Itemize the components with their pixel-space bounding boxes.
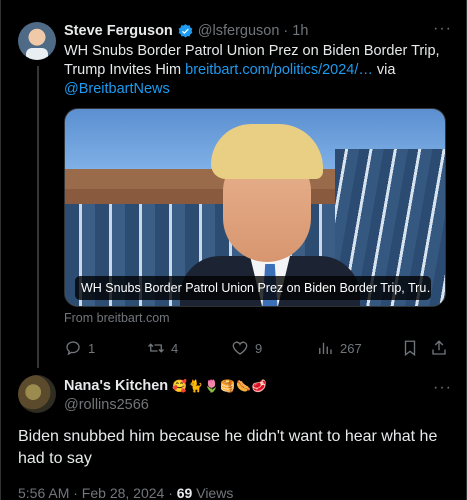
more-options-icon[interactable]: ··· [433,20,452,38]
separator-dot: · [283,23,289,39]
repost-count: 4 [171,340,179,356]
reply-timestamp[interactable]: 5:56 AM · Feb 28, 2024 · [18,485,177,500]
like-count: 9 [255,340,263,356]
reply-views-label: Views [192,485,234,500]
reply-count: 1 [88,340,96,356]
reply-meta: 5:56 AM · Feb 28, 2024 · 69 Views [18,485,233,500]
bookmark-icon [404,340,416,357]
reply-views-count: 69 [176,485,193,500]
author-handle[interactable]: @lsferguson [198,23,280,39]
reply-button[interactable]: 1 [64,339,95,357]
verified-badge-icon [177,23,194,40]
share-icon [432,340,446,355]
like-button[interactable]: 9 [231,339,262,357]
author-name[interactable]: Steve Ferguson [64,23,173,39]
link-card[interactable]: WH Snubs Border Patrol Union Prez on Bid… [64,108,446,307]
tweet-text: WH Snubs Border Patrol Union Prez on Bid… [64,42,452,99]
author-avatar[interactable] [18,22,56,60]
views-button[interactable]: 267 [316,339,362,357]
thread-line [37,66,39,368]
bookmark-button[interactable] [401,339,425,357]
views-chart-icon [319,342,332,354]
card-source[interactable]: From breitbart.com [64,311,170,325]
reply-more-options-icon[interactable]: ··· [433,379,452,397]
card-caption: WH Snubs Border Patrol Union Prez on Bid… [75,276,431,300]
reply-header: Nana's Kitchen 🥰🐈🌷🥞🌭🥩 ··· [64,377,452,397]
tweet[interactable]: Steve Ferguson @lsferguson · 1h ··· WH S… [64,20,452,99]
share-button[interactable] [430,339,454,357]
repost-icon [148,343,164,353]
reply-author-emojis: 🥰🐈🌷🥞🌭🥩 [172,379,268,393]
tweet-text-via: via [372,62,396,78]
tweet-actions: 1 4 9 267 [64,339,448,359]
reply-author-handle[interactable]: @rollins2566 [64,397,149,413]
reply-author-name[interactable]: Nana's Kitchen [64,378,168,394]
tweet-link[interactable]: breitbart.com/politics/2024/… [185,62,373,78]
reply-author-avatar[interactable] [18,375,56,413]
reply-text: Biden snubbed him because he didn't want… [18,428,438,467]
reply-icon [66,341,80,356]
tweet-header: Steve Ferguson @lsferguson · 1h ··· [64,20,452,42]
views-count: 267 [340,340,362,356]
repost-button[interactable]: 4 [147,339,178,357]
mention-link[interactable]: @BreitbartNews [64,81,170,97]
heart-icon [232,341,248,355]
tweet-time[interactable]: 1h [292,23,308,39]
